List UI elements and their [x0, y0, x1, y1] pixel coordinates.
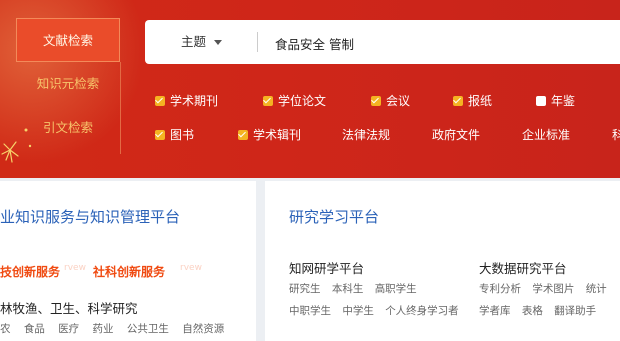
search-field-label: 主题 [181, 34, 207, 49]
filter-label: 学术辑刊 [253, 128, 302, 142]
filter-label: 年鉴 [551, 94, 576, 108]
filter-newspapers[interactable]: 报纸 [453, 92, 492, 109]
research-learning-panel: 研究学习平台 知网研学平台 研究生 本科生 高职学生 中职学生 中学生 个人终身… [265, 181, 620, 341]
big-data-tools-row: 专利分析 学术图片 统计 [479, 281, 607, 296]
filter-label: 学术期刊 [170, 94, 219, 108]
industry-subtitle: 林牧渔、卫生、科学研究 [0, 301, 138, 316]
filter-academic-collections[interactable]: 学术辑刊 [238, 126, 301, 143]
tab-literature-search[interactable]: 文献检索 [16, 18, 120, 62]
filter-books[interactable]: 图书 [155, 126, 194, 143]
tab-knowledge-element-search[interactable]: 知识元检索 [16, 62, 120, 106]
audience-lifelong-learner[interactable]: 个人终身学习者 [385, 305, 459, 317]
search-input[interactable] [273, 28, 607, 58]
search-hero-banner: 文献检索 知识元检索 引文检索 主题 学术期刊 学位论文 会议 报纸 年鉴 图书… [0, 0, 620, 178]
tag-food[interactable]: 食品 [24, 323, 45, 335]
checkbox-checked-icon [238, 130, 248, 140]
audience-graduate[interactable]: 研究生 [289, 283, 321, 295]
filter-government-documents[interactable]: 政府文件 [432, 126, 480, 143]
filter-label: 图书 [170, 128, 195, 142]
tag-natural-resources[interactable]: 自然资源 [182, 323, 224, 335]
panel-title: 研究学习平台 [289, 208, 380, 226]
filter-yearbooks[interactable]: 年鉴 [536, 92, 575, 109]
resource-type-filters: 学术期刊 学位论文 会议 报纸 年鉴 图书 学术辑刊 法律法规 政府文件 企业标… [155, 88, 620, 148]
checkbox-checked-icon [453, 96, 463, 106]
audience-undergraduate[interactable]: 本科生 [332, 283, 364, 295]
chevron-down-icon [214, 40, 223, 45]
decorative-text: rvew [180, 263, 202, 273]
tool-translation-assistant[interactable]: 翻译助手 [554, 305, 596, 317]
audience-vocational[interactable]: 高职学生 [375, 283, 417, 295]
tag-medical[interactable]: 医疗 [58, 323, 79, 335]
tool-tables[interactable]: 表格 [522, 305, 543, 317]
search-box: 主题 [145, 20, 620, 64]
search-divider [257, 32, 258, 52]
big-data-tools-row: 学者库 表格 翻译助手 [479, 303, 596, 318]
big-data-platform-link[interactable]: 大数据研究平台 [479, 258, 567, 277]
checkbox-checked-icon [155, 96, 165, 106]
tab-divider [120, 62, 121, 154]
research-platform-audience-row: 中职学生 中学生 个人终身学习者 [289, 303, 459, 318]
tool-statistics[interactable]: 统计 [586, 283, 607, 295]
decorative-text: rvew [64, 263, 86, 273]
search-field-select[interactable]: 主题 [181, 20, 223, 64]
filter-label: 学位论文 [278, 94, 327, 108]
checkbox-checked-icon [155, 130, 165, 140]
tool-scholar-library[interactable]: 学者库 [479, 305, 511, 317]
filter-enterprise-standards[interactable]: 企业标准 [522, 126, 570, 143]
audience-secondary-vocational[interactable]: 中职学生 [289, 305, 331, 317]
checkbox-unchecked-icon [536, 96, 546, 106]
tag-public-health[interactable]: 公共卫生 [127, 323, 169, 335]
tech-innovation-link[interactable]: 技创新服务 [0, 263, 60, 280]
tab-citation-search[interactable]: 引文检索 [16, 106, 120, 150]
research-platform-audience-row: 研究生 本科生 高职学生 [289, 281, 417, 296]
checkbox-checked-icon [263, 96, 273, 106]
search-type-tabs: 文献检索 知识元检索 引文检索 [16, 18, 120, 154]
tool-academic-images[interactable]: 学术图片 [532, 283, 574, 295]
filter-dissertations[interactable]: 学位论文 [263, 92, 326, 109]
tag-pharma[interactable]: 药业 [93, 323, 114, 335]
cnki-research-platform-link[interactable]: 知网研学平台 [289, 258, 364, 277]
filter-conferences[interactable]: 会议 [371, 92, 410, 109]
filter-academic-journals[interactable]: 学术期刊 [155, 92, 218, 109]
filter-label: 报纸 [468, 94, 493, 108]
panel-title: 业知识服务与知识管理平台 [0, 208, 181, 226]
filter-sci-tech-truncated[interactable]: 科 [612, 126, 620, 143]
tag-agriculture[interactable]: 农 [0, 323, 11, 335]
filter-label: 会议 [386, 94, 411, 108]
filter-laws-regulations[interactable]: 法律法规 [342, 126, 390, 143]
checkbox-checked-icon [371, 96, 381, 106]
social-science-innovation-link[interactable]: 社科创新服务 [93, 263, 165, 280]
audience-middle-school[interactable]: 中学生 [342, 305, 374, 317]
tool-patent-analysis[interactable]: 专利分析 [479, 283, 521, 295]
knowledge-service-panel: 业知识服务与知识管理平台 技创新服务 rvew 社科创新服务 rvew 林牧渔、… [0, 181, 256, 341]
